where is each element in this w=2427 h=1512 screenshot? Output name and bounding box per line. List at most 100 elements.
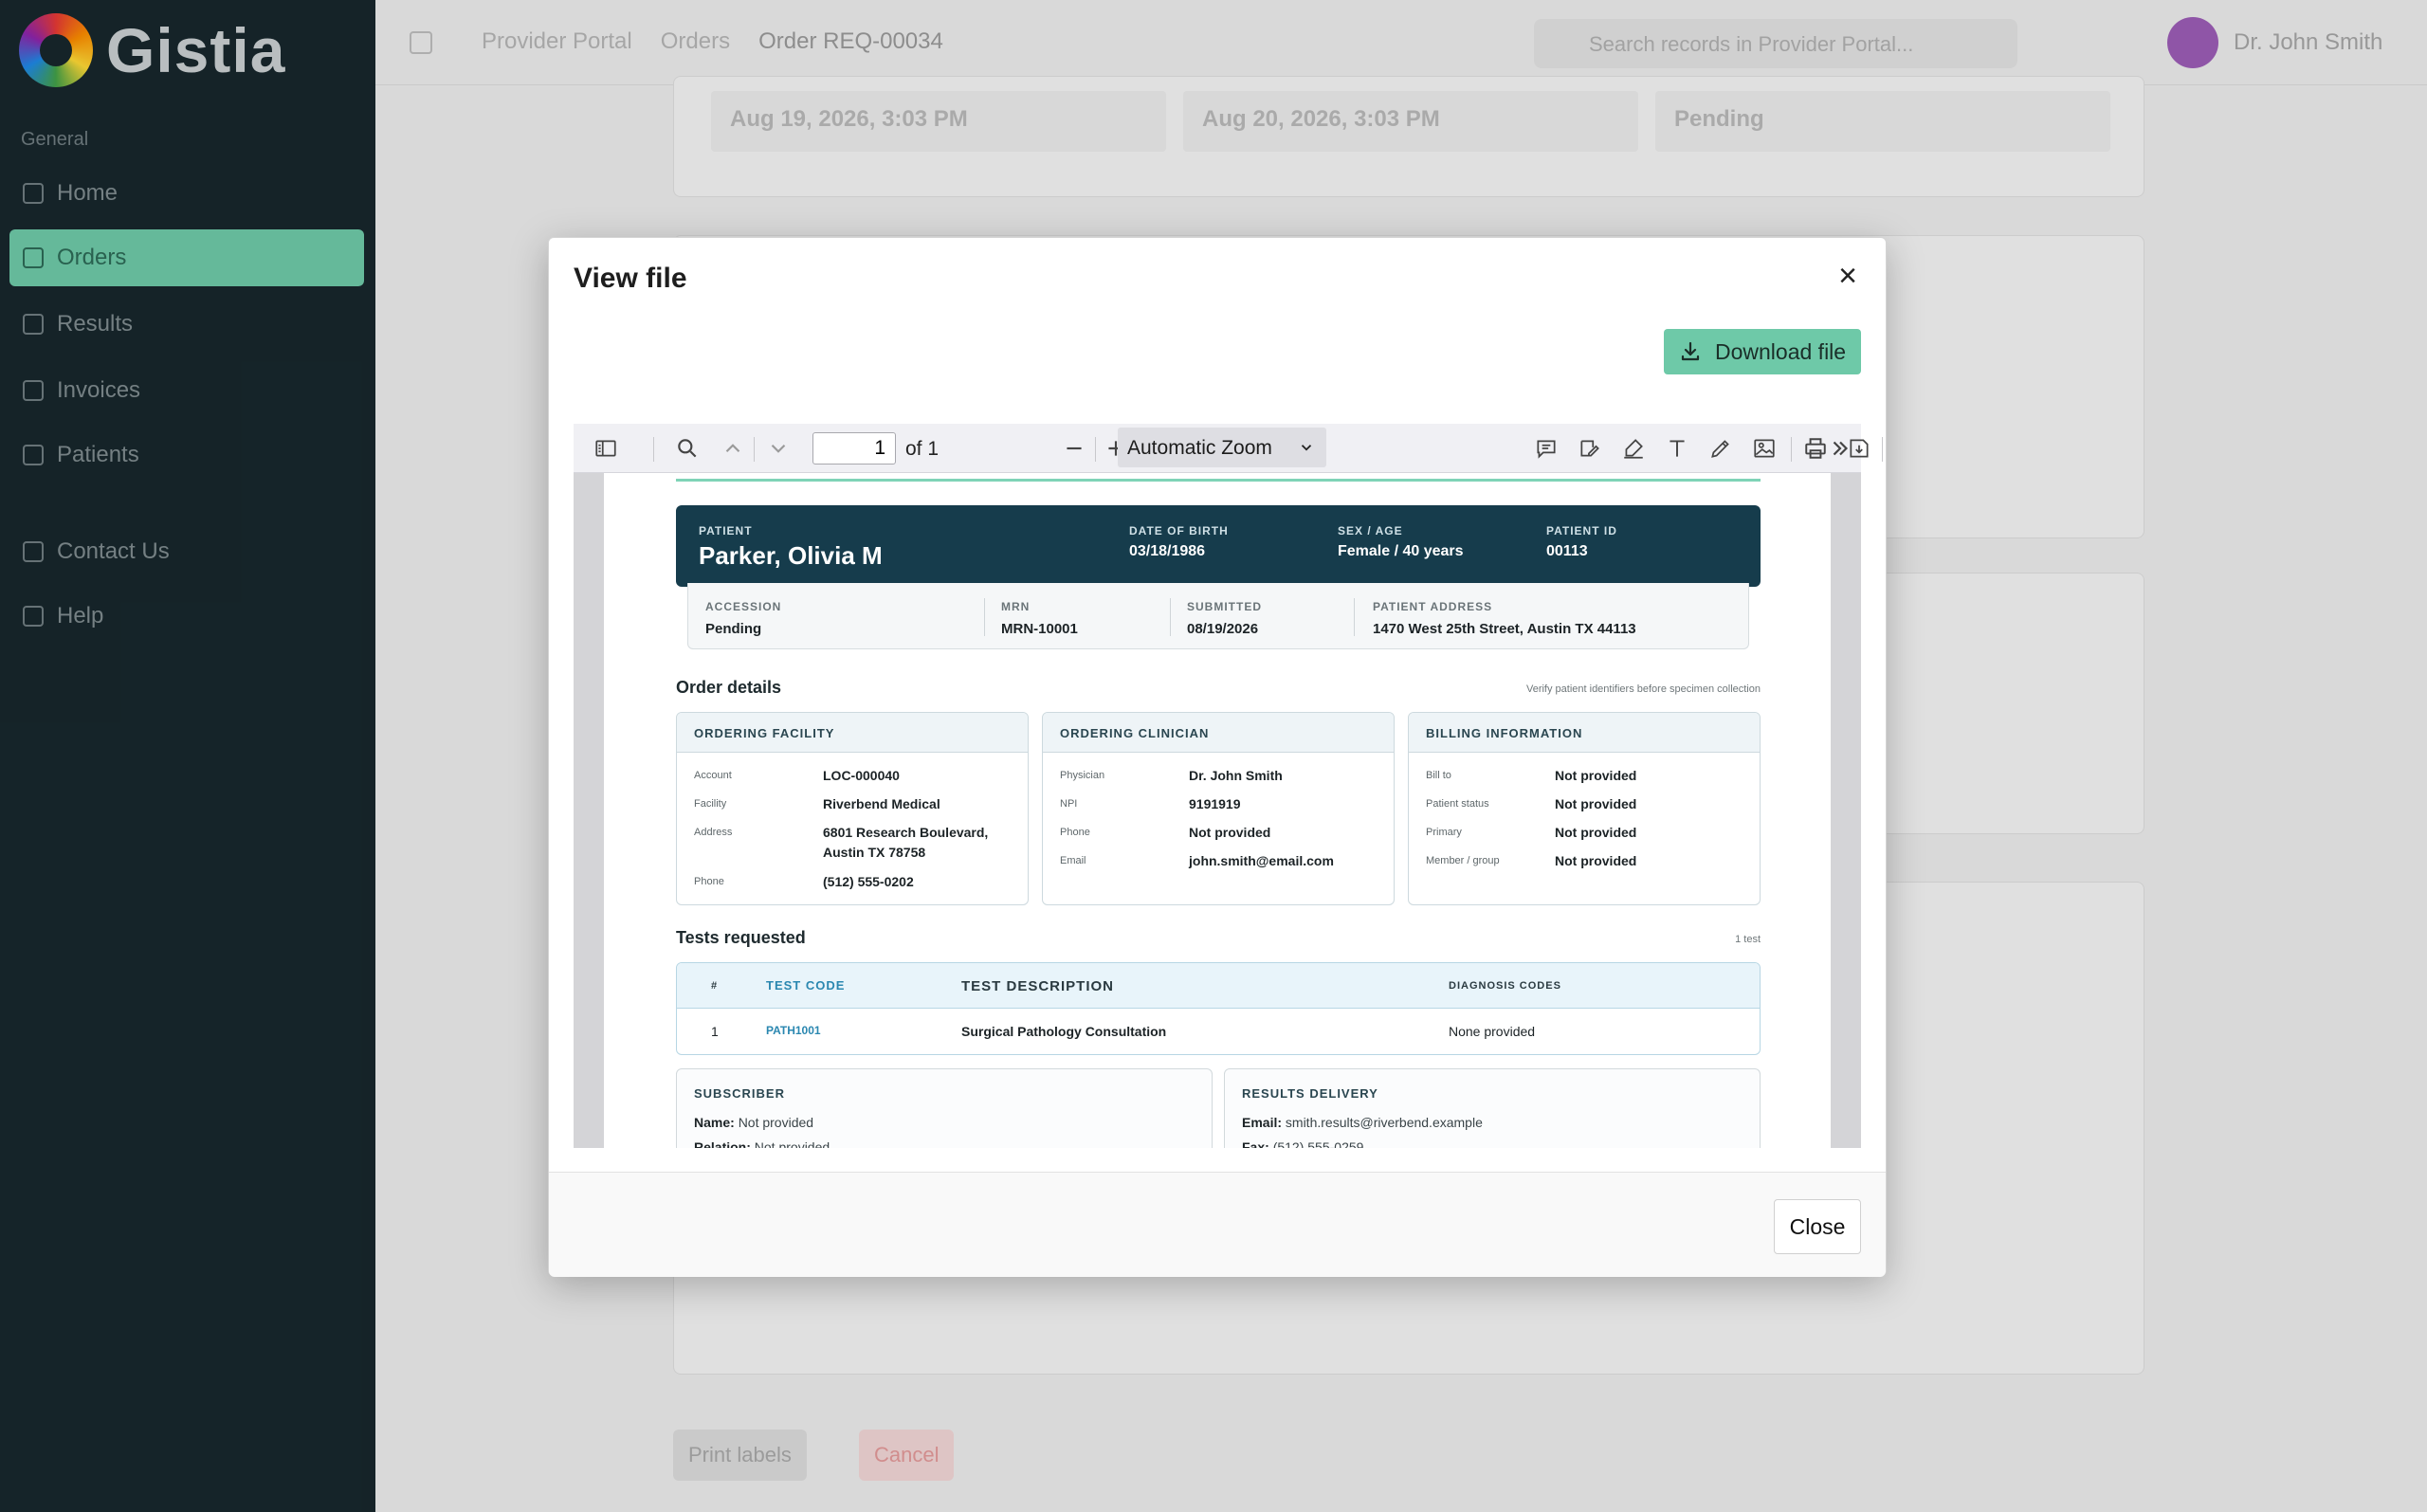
comment-icon[interactable] [1533,435,1560,462]
field-label: Bill to [1426,770,1451,781]
ordering-facility-card: ORDERING FACILITY Account LOC-000040 Fac… [676,712,1029,905]
pdf-toolbar: of 1 Automatic Zoom [574,424,1883,473]
card-heading: RESULTS DELIVERY [1242,1086,1378,1101]
address-value: 6801 Research Boulevard, Austin TX 78758 [823,825,989,860]
patient-id-value: 00113 [1546,543,1588,559]
tests-count: 1 test [1735,934,1761,945]
previous-page-icon[interactable] [720,435,746,462]
field-label: Member / group [1426,855,1500,866]
divider [1354,598,1355,636]
toolbar-divider [1882,437,1883,462]
column-header: TEST CODE [766,978,846,993]
patient-name: Parker, Olivia M [699,541,883,570]
zoom-value: Automatic Zoom [1127,437,1272,459]
text-tool-icon[interactable] [1664,435,1690,462]
field-label: NPI [1060,798,1078,810]
download-file-button[interactable]: Download file [1664,329,1861,374]
email-value: john.smith@email.com [1189,853,1334,868]
tests-table: # TEST CODE TEST DESCRIPTION DIAGNOSIS C… [676,962,1761,1055]
patient-address-label: PATIENT ADDRESS [1373,600,1493,613]
accession-value: Pending [705,621,762,637]
subscriber-name: Name: Not provided [694,1115,813,1130]
field-label: Relation: [694,1139,751,1148]
mrn-value: MRN-10001 [1001,621,1078,637]
toolbar-divider [1791,437,1792,462]
field-label: Primary [1426,827,1462,838]
modal-footer: Close [549,1172,1886,1277]
test-row-number: 1 [711,1024,719,1039]
toolbar-divider [1095,437,1096,462]
delivery-email: Email: smith.results@riverbend.example [1242,1115,1483,1130]
field-value: Not provided [738,1115,814,1130]
next-page-icon[interactable] [765,435,792,462]
sidebar-toggle-icon[interactable] [593,435,619,462]
account-value: LOC-000040 [823,768,900,783]
accession-strip: ACCESSION Pending MRN MRN-10001 SUBMITTE… [687,583,1749,649]
npi-value: 9191919 [1189,796,1241,811]
field-label: Phone [1060,827,1090,838]
pdf-page: PATIENT Parker, Olivia M DATE OF BIRTH 0… [604,473,1831,1148]
more-tools-icon[interactable] [1827,435,1853,462]
primary-value: Not provided [1555,825,1637,840]
verify-note: Verify patient identifiers before specim… [1525,683,1761,695]
card-heading: ORDERING CLINICIAN [1043,713,1394,753]
signature-icon[interactable] [1577,435,1603,462]
field-label: Phone [694,876,724,887]
field-label: Name: [694,1115,735,1130]
highlight-icon[interactable] [1620,435,1647,462]
search-icon[interactable] [674,435,701,462]
field-value: smith.results@riverbend.example [1285,1115,1483,1130]
patient-banner: PATIENT Parker, Olivia M DATE OF BIRTH 0… [676,505,1761,587]
patient-id-label: PATIENT ID [1546,524,1617,537]
accession-label: ACCESSION [705,600,782,613]
zoom-out-icon[interactable] [1061,435,1087,462]
pdf-viewer[interactable]: PATIENT Parker, Olivia M DATE OF BIRTH 0… [574,473,1861,1148]
field-value: (512) 555-0259 [1272,1139,1364,1148]
card-heading: ORDERING FACILITY [677,713,1028,753]
field-label: Patient status [1426,798,1489,810]
phone-value: Not provided [1189,825,1271,840]
table-header: # TEST CODE TEST DESCRIPTION DIAGNOSIS C… [677,963,1760,1009]
ordering-clinician-card: ORDERING CLINICIAN Physician Dr. John Sm… [1042,712,1395,905]
column-header: DIAGNOSIS CODES [1449,980,1561,992]
column-header: TEST DESCRIPTION [961,978,1115,994]
close-icon[interactable]: × [1831,259,1865,293]
billing-information-card: BILLING INFORMATION Bill to Not provided… [1408,712,1761,905]
field-label: Email [1060,855,1086,866]
field-label: Email: [1242,1115,1283,1130]
diagnosis-codes: None provided [1449,1024,1536,1039]
toolbar-divider [653,437,654,462]
close-button[interactable]: Close [1774,1199,1861,1254]
field-label: Fax: [1242,1139,1269,1148]
order-details-title: Order details [676,678,782,697]
member-group-value: Not provided [1555,853,1637,868]
zoom-select[interactable]: Automatic Zoom [1118,428,1326,467]
field-label: Physician [1060,770,1105,781]
physician-value: Dr. John Smith [1189,768,1283,783]
view-file-modal: View file × Download file of 1 Automat [548,237,1887,1277]
page-count: of 1 [905,438,940,460]
modal-title: View file [574,263,687,294]
submitted-value: 08/19/2026 [1187,621,1259,637]
mrn-label: MRN [1001,600,1031,613]
dob-value: 03/18/1986 [1129,543,1206,559]
toolbar-divider [754,437,755,462]
add-image-icon[interactable] [1751,435,1778,462]
card-heading: SUBSCRIBER [694,1086,785,1101]
download-label: Download file [1715,338,1847,364]
submitted-label: SUBMITTED [1187,600,1262,613]
delivery-fax: Fax: (512) 555-0259 [1242,1139,1363,1148]
sex-age-value: Female / 40 years [1338,543,1464,559]
bill-to-value: Not provided [1555,768,1637,783]
chevron-down-icon [1301,445,1312,451]
subscriber-card: SUBSCRIBER Name: Not provided Relation: … [676,1068,1213,1148]
page-number-input[interactable] [812,432,896,465]
results-delivery-card: RESULTS DELIVERY Email: smith.results@ri… [1224,1068,1761,1148]
print-icon[interactable] [1802,435,1829,462]
card-heading: BILLING INFORMATION [1409,713,1760,753]
header-rule [676,479,1761,482]
column-header: # [711,980,719,992]
sex-age-label: SEX / AGE [1338,524,1403,537]
subscriber-relation: Relation: Not provided [694,1139,830,1148]
draw-icon[interactable] [1707,435,1734,462]
